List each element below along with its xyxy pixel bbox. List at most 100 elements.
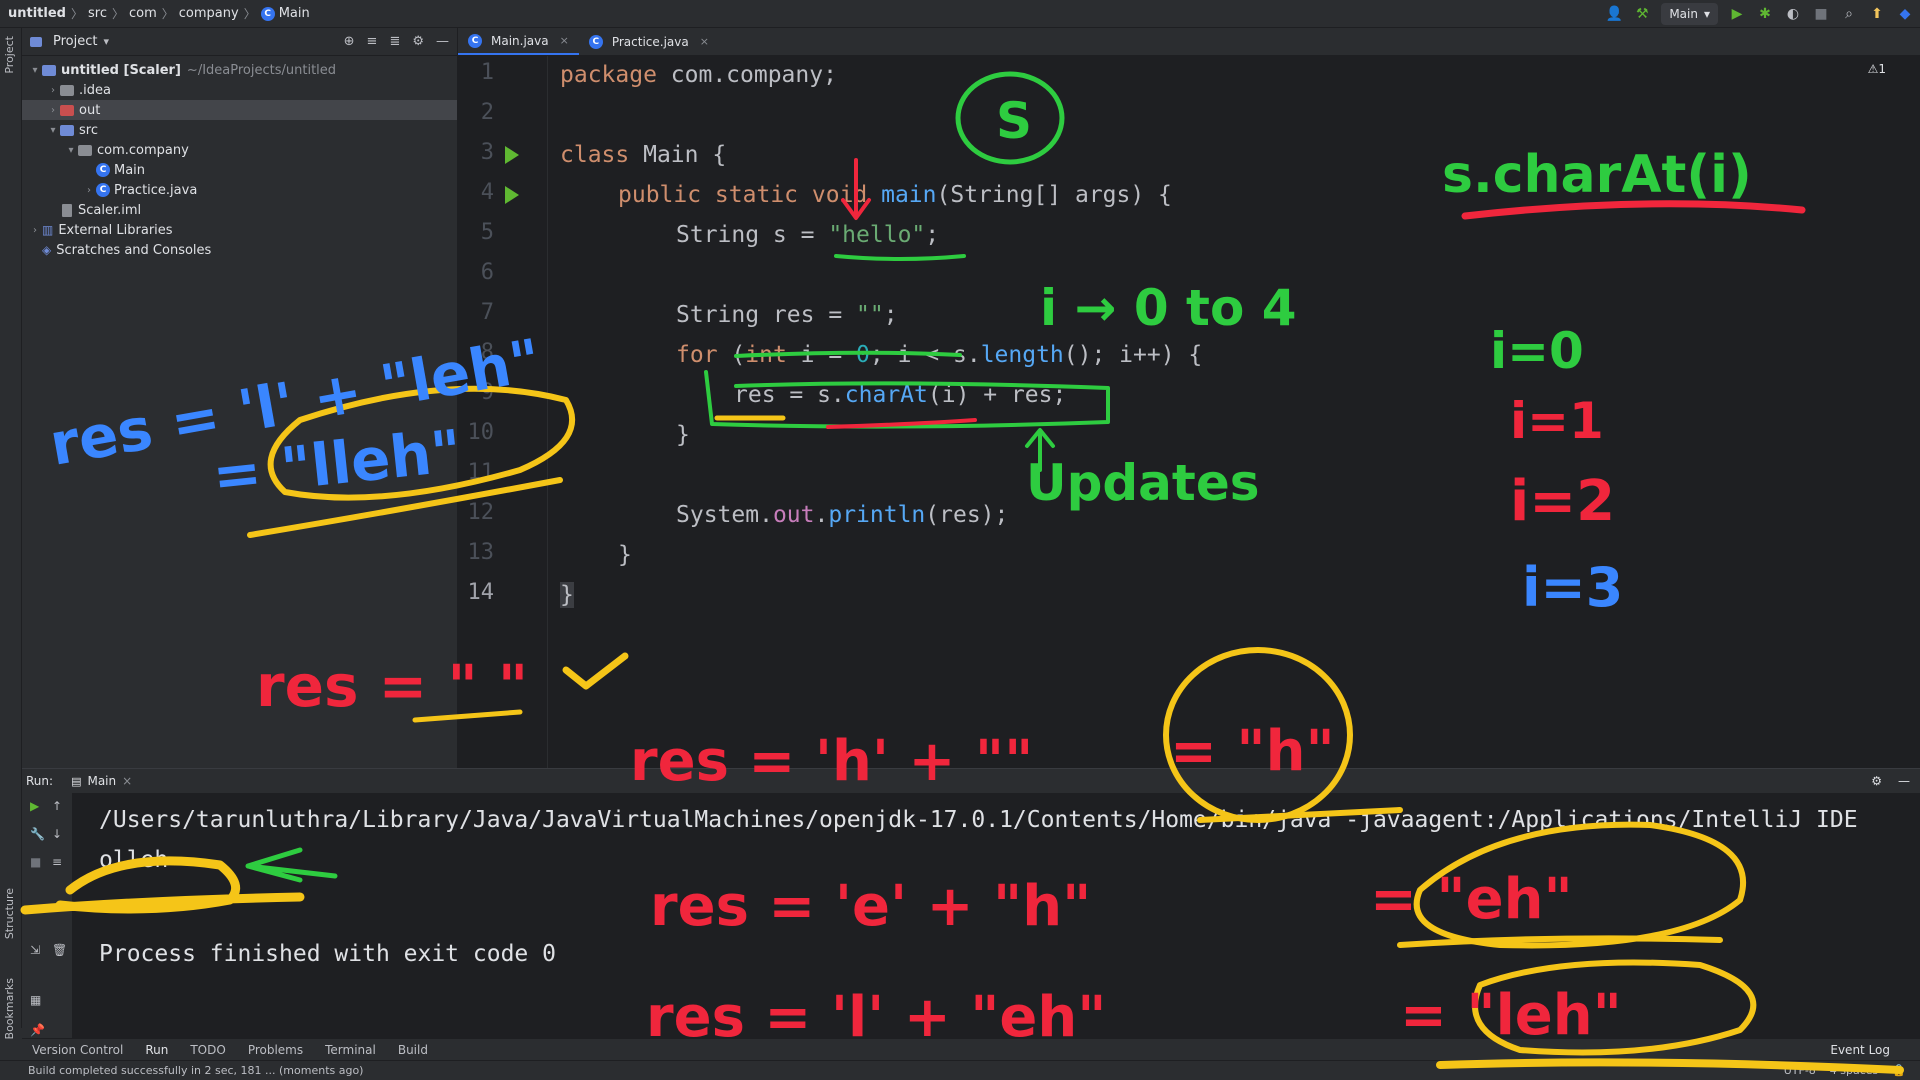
bookmarks-tool-button[interactable]: Bookmarks [3,978,16,1039]
update-icon[interactable]: ⬆ [1868,5,1886,23]
tree-item-com-company[interactable]: ▾ com.company [22,140,457,160]
coverage-icon[interactable]: ◐ [1784,5,1802,23]
rerun-icon[interactable]: ▶ [30,799,44,813]
tree-item-src[interactable]: ▾ src [22,120,457,140]
structure-tool-button[interactable]: Structure [3,888,16,939]
line-number: 9 [480,380,494,405]
expand-all-icon[interactable]: ≡ [367,34,378,49]
left-tool-strip: Project Structure Bookmarks [0,28,22,1039]
project-tool-button[interactable]: Project [3,36,16,74]
wrench-icon[interactable]: 🔧 [30,827,45,841]
tool-terminal[interactable]: Terminal [325,1043,376,1057]
pin-icon[interactable]: 📌 [30,1023,45,1037]
breadcrumb-src[interactable]: src [88,6,107,21]
tree-item-external-libraries[interactable]: › ▥ External Libraries [22,220,457,240]
gear-icon[interactable]: ⚙ [1871,774,1882,788]
gear-icon[interactable]: ⚙ [412,34,424,49]
tree-item-practice[interactable]: › C Practice.java [22,180,457,200]
tree-item-out[interactable]: › out [22,100,457,120]
run-configuration-select[interactable]: Main ▾ [1661,3,1718,25]
tree-item-label: External Libraries [58,222,173,238]
line-number: 10 [467,420,495,445]
run-tab-main[interactable]: ▤ Main × [71,774,132,788]
line-number: 6 [480,260,494,285]
close-icon[interactable]: × [560,34,569,47]
layout-icon[interactable]: ▦ [30,993,44,1007]
project-tree: ▾ untitled [Scaler] ~/IdeaProjects/untit… [22,56,457,260]
stop-icon[interactable]: ■ [1812,5,1830,23]
close-icon[interactable]: × [122,774,132,788]
run-gutter-icon[interactable] [505,146,519,164]
trash-icon[interactable]: 🗑 [52,943,67,957]
breadcrumb-com[interactable]: com [129,6,157,21]
tab-practice-java[interactable]: C Practice.java × [579,28,719,55]
run-icon[interactable]: ▶ [1728,5,1746,23]
chevron-right-icon: 〉 [161,7,174,21]
debug-icon[interactable]: ✱ [1756,5,1774,23]
tree-item-scratches[interactable]: ◈ Scratches and Consoles [22,240,457,260]
minimize-icon[interactable]: — [436,34,449,49]
tree-item-idea[interactable]: › .idea [22,80,457,100]
module-icon [42,64,56,76]
code-line: } [676,422,690,448]
locate-icon[interactable]: ⊕ [344,34,355,49]
class-icon: C [588,34,603,49]
project-panel-tools: ⊕ ≡ ≣ ⚙ — [344,34,449,49]
tab-main-java[interactable]: C Main.java × [458,28,579,55]
close-icon[interactable]: × [700,35,709,48]
stop-icon[interactable]: ■ [30,855,44,869]
tree-item-scaler-iml[interactable]: Scaler.iml [22,200,457,220]
status-message[interactable]: Build completed successfully in 2 sec, 1… [28,1064,363,1077]
logo-icon[interactable]: ◆ [1896,5,1914,23]
arrow-up-icon[interactable]: ↑ [52,799,66,813]
chevron-right-icon: 〉 [111,7,124,21]
arrow-down-icon[interactable]: ↓ [52,827,66,841]
line-number: 13 [467,540,495,565]
folder-icon [60,124,74,136]
lock-icon[interactable]: 🔓 [1892,1064,1906,1077]
chevron-right-icon: › [87,184,91,196]
search-icon[interactable]: ⌕ [1840,5,1858,23]
chevron-down-icon[interactable]: ▾ [103,35,109,48]
run-panel: Run: ▤ Main × ⚙ — ▶ ↑ 🔧 ↓ ■ ≡ ⇲ 🗑 ▦ 📌 /U… [22,768,1920,1039]
console-line: /Users/tarunluthra/Library/Java/JavaVirt… [99,807,1858,833]
breadcrumb-project[interactable]: untitled [8,6,66,21]
breadcrumb-company[interactable]: company [179,6,239,21]
tree-item-label: untitled [Scaler] [61,62,181,78]
tool-build[interactable]: Build [398,1043,428,1057]
code-editor[interactable]: ⚠1 1 2 3 4 5 6 7 8 9 10 11 12 13 14 pack… [458,56,1920,768]
collapse-all-icon[interactable]: ≣ [389,34,400,49]
tree-item-main[interactable]: C Main [22,160,457,180]
code-line: res = s.charAt(i) + res; [734,382,1067,408]
warnings-indicator[interactable]: ⚠1 [1868,62,1886,76]
run-config-label: Main [1669,7,1698,21]
tool-version-control[interactable]: Version Control [32,1043,123,1057]
hammer-icon[interactable]: ⚒ [1633,5,1651,23]
tool-run[interactable]: Run [145,1043,168,1057]
tool-todo[interactable]: TODO [190,1043,225,1057]
editor-gutter: 1 2 3 4 5 6 7 8 9 10 11 12 13 14 [458,56,548,768]
user-icon[interactable]: 👤 [1605,5,1623,23]
run-gutter-icon[interactable] [505,186,519,204]
soft-wrap-icon[interactable]: ≡ [52,855,66,869]
tool-problems[interactable]: Problems [248,1043,303,1057]
chevron-right-icon: 〉 [243,7,256,21]
login-icon[interactable]: ⇲ [30,943,44,957]
chevron-right-icon: 〉 [70,7,83,21]
library-icon: ▥ [42,223,54,237]
indent-indicator[interactable]: 4 spaces [1830,1064,1879,1077]
tab-label: Practice.java [611,34,689,49]
tree-item-label: Main [114,162,146,178]
code-line: System.out.println(res); [676,502,1009,528]
line-number: 7 [480,300,494,325]
encoding-indicator[interactable]: UTF-8 [1784,1064,1816,1077]
tool-event-log[interactable]: Event Log [1830,1043,1890,1057]
breadcrumb-main[interactable]: Main [279,6,310,21]
minimize-icon[interactable]: — [1898,774,1910,788]
run-panel-header: Run: ▤ Main × ⚙ — [22,769,1920,793]
toolbar-right: 👤 ⚒ Main ▾ ▶ ✱ ◐ ■ ⌕ ⬆ ◆ [1605,3,1914,25]
project-panel-title[interactable]: Project [53,34,97,49]
tree-item-untitled[interactable]: ▾ untitled [Scaler] ~/IdeaProjects/untit… [22,60,457,80]
console-output: olleh [99,847,169,873]
chevron-down-icon: ▾ [32,64,38,76]
